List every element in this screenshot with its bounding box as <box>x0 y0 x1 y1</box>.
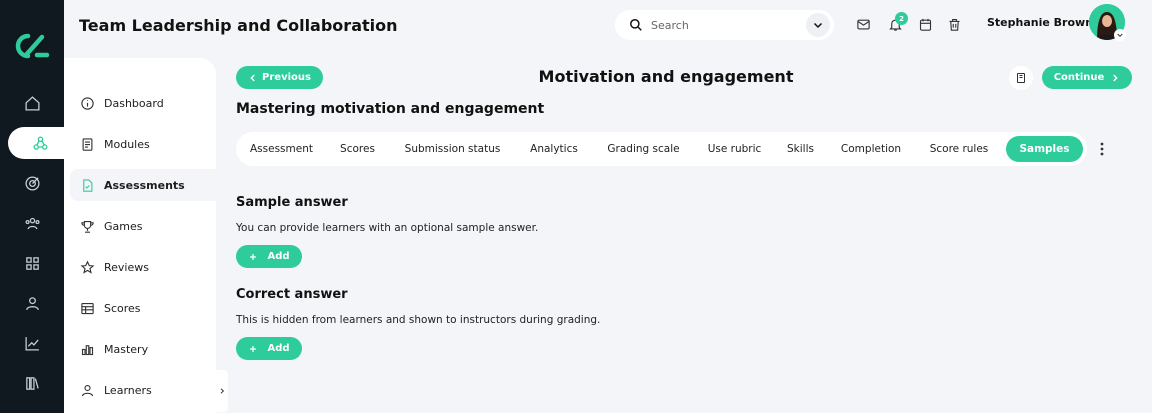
search-icon <box>630 19 642 31</box>
grid-icon[interactable] <box>0 247 64 279</box>
sidebar-item-learners[interactable]: Learners <box>70 374 216 406</box>
add-label: Add <box>267 251 290 262</box>
plus-icon <box>250 345 257 352</box>
tab-grading-scale[interactable]: Grading scale <box>595 136 692 162</box>
search-box[interactable] <box>615 10 834 40</box>
sidebar-item-label: Mastery <box>104 342 149 356</box>
notification-badge: 2 <box>895 12 908 25</box>
star-icon <box>80 260 95 274</box>
tab-scores[interactable]: Scores <box>329 136 386 162</box>
target-icon[interactable] <box>0 167 64 199</box>
sidebar-item-label: Modules <box>104 137 150 151</box>
bars-icon <box>81 344 94 355</box>
sidebar-item-label: Games <box>104 219 143 233</box>
user-name: Stephanie Brown <box>987 16 1094 29</box>
tab-completion[interactable]: Completion <box>830 136 912 162</box>
chevron-right-icon <box>220 388 225 394</box>
sidebar: Dashboard Modules Assessments Games Revi… <box>64 58 216 413</box>
chart-icon[interactable] <box>0 327 64 359</box>
brand-logo <box>15 33 50 59</box>
file-check-icon <box>83 178 93 192</box>
sidebar-item-label: Learners <box>104 383 152 397</box>
sidebar-item-modules[interactable]: Modules <box>70 128 216 160</box>
sidebar-item-reviews[interactable]: Reviews <box>70 251 216 283</box>
info-icon <box>81 96 94 110</box>
correct-answer-title: Correct answer <box>236 287 348 302</box>
home-icon[interactable] <box>0 87 64 119</box>
person-icon[interactable] <box>0 287 64 319</box>
tab-bar: Assessment Scores Submission status Anal… <box>236 132 1087 166</box>
book-button[interactable] <box>1009 66 1033 90</box>
mail-icon[interactable] <box>854 15 872 33</box>
chevron-down-icon <box>813 22 823 29</box>
left-rail <box>0 0 72 413</box>
user-menu-chevron[interactable] <box>1114 29 1126 41</box>
nodes-icon[interactable] <box>8 127 72 159</box>
chevron-right-icon <box>1113 74 1118 81</box>
sidebar-collapse-button[interactable] <box>216 370 228 412</box>
trash-icon[interactable] <box>945 15 963 33</box>
section-title: Mastering motivation and engagement <box>236 101 545 117</box>
tab-samples[interactable]: Samples <box>1006 136 1083 162</box>
search-input[interactable] <box>651 18 801 32</box>
add-correct-answer-button[interactable]: Add <box>236 337 302 360</box>
calendar-icon[interactable] <box>916 15 934 33</box>
add-label: Add <box>267 343 290 354</box>
sidebar-item-label: Reviews <box>104 260 149 274</box>
continue-button[interactable]: Continue <box>1042 66 1132 89</box>
document-icon <box>82 137 93 151</box>
previous-label: Previous <box>262 72 311 83</box>
tab-assessment[interactable]: Assessment <box>240 136 323 162</box>
sidebar-item-label: Assessments <box>104 178 185 192</box>
sidebar-item-mastery[interactable]: Mastery <box>70 333 216 365</box>
continue-label: Continue <box>1053 72 1105 83</box>
learner-icon <box>81 384 94 396</box>
chevron-down-icon <box>1117 33 1123 38</box>
sidebar-item-assessments[interactable]: Assessments <box>70 169 216 201</box>
sidebar-item-label: Scores <box>104 301 141 315</box>
add-sample-answer-button[interactable]: Add <box>236 245 302 268</box>
page-title: Motivation and engagement <box>538 67 794 86</box>
users-icon[interactable] <box>0 207 64 239</box>
tab-use-rubric[interactable]: Use rubric <box>698 136 771 162</box>
sidebar-item-label: Dashboard <box>104 96 164 110</box>
sidebar-item-dashboard[interactable]: Dashboard <box>70 87 216 119</box>
tab-score-rules[interactable]: Score rules <box>918 136 1000 162</box>
chevron-left-icon <box>250 74 255 81</box>
plus-icon <box>250 253 257 260</box>
sidebar-item-scores[interactable]: Scores <box>70 292 216 324</box>
library-icon[interactable] <box>0 367 64 399</box>
correct-answer-description: This is hidden from learners and shown t… <box>236 314 601 326</box>
book-icon <box>1017 73 1025 83</box>
tab-submission-status[interactable]: Submission status <box>392 136 513 162</box>
tab-analytics[interactable]: Analytics <box>519 136 589 162</box>
sample-answer-title: Sample answer <box>236 195 348 210</box>
table-icon <box>81 302 94 314</box>
sidebar-item-games[interactable]: Games <box>70 210 216 242</box>
previous-button[interactable]: Previous <box>236 66 323 89</box>
trophy-icon <box>81 220 94 233</box>
tab-skills[interactable]: Skills <box>777 136 824 162</box>
search-dropdown-button[interactable] <box>806 13 830 37</box>
app-title: Team Leadership and Collaboration <box>79 16 398 35</box>
sample-answer-description: You can provide learners with an optiona… <box>236 222 539 234</box>
more-options-icon[interactable] <box>1096 140 1108 158</box>
